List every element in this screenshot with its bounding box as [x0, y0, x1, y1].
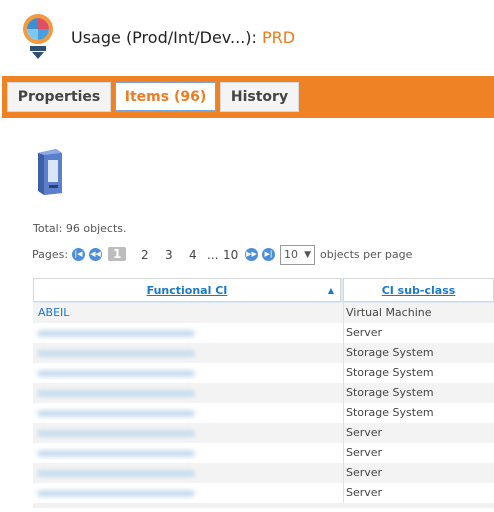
- tab-bar: Properties Items (96) History: [2, 76, 494, 118]
- table-header: Functional CI ▲ CI sub-class: [33, 278, 494, 303]
- table-row: Server: [33, 443, 494, 463]
- title-value: PRD: [262, 28, 296, 47]
- last-page-icon[interactable]: ▶|: [262, 248, 275, 261]
- cell-ci-subclass: Storage System: [343, 403, 494, 423]
- server-icon: [38, 149, 62, 195]
- page-3[interactable]: 3: [165, 248, 173, 262]
- ci-link[interactable]: ABEIL: [38, 306, 69, 319]
- prev-page-icon[interactable]: ◀◀: [89, 248, 102, 261]
- sort-asc-icon: ▲: [327, 286, 334, 295]
- table-row: Storage System: [33, 363, 494, 383]
- column-header-functional-ci[interactable]: Functional CI ▲: [33, 278, 341, 302]
- table-row: Storage System: [33, 343, 494, 363]
- cell-functional-ci: ABEIL: [33, 303, 340, 323]
- cell-functional-ci[interactable]: [33, 323, 340, 343]
- column-label-functional-ci: Functional CI: [146, 284, 228, 297]
- tab-history[interactable]: History: [220, 82, 299, 112]
- dropdown-arrow-icon: ▼: [304, 250, 311, 260]
- redacted-ci-name: [37, 490, 195, 497]
- cell-ci-subclass: Server: [343, 443, 494, 463]
- redacted-ci-name: [37, 390, 195, 397]
- items-table: Functional CI ▲ CI sub-class ABEIL Virtu…: [33, 278, 494, 508]
- cell-functional-ci[interactable]: [33, 343, 340, 363]
- cell-ci-subclass: Storage System: [343, 343, 494, 363]
- redacted-ci-name: [37, 370, 195, 377]
- cell-ci-subclass: Server: [343, 423, 494, 443]
- page-title: Usage (Prod/Int/Dev...): PRD: [71, 28, 295, 47]
- table-row: Server: [33, 323, 494, 343]
- redacted-ci-name: [37, 410, 195, 417]
- tab-properties[interactable]: Properties: [7, 82, 111, 112]
- cell-ci-subclass: Storage System: [343, 363, 494, 383]
- pages-label: Pages:: [32, 248, 69, 261]
- cell-ci-subclass: Server: [343, 463, 494, 483]
- cell-functional-ci[interactable]: [33, 463, 340, 483]
- cell-ci-subclass: Virtual Machine: [343, 303, 494, 323]
- cell-functional-ci[interactable]: [33, 443, 340, 463]
- per-page-label: objects per page: [320, 248, 413, 261]
- redacted-ci-name: [37, 330, 195, 337]
- title-label: Usage (Prod/Int/Dev...):: [71, 28, 257, 47]
- table-row: Storage System: [33, 403, 494, 423]
- cell-ci-subclass: Server: [343, 483, 494, 503]
- page-2[interactable]: 2: [141, 248, 149, 262]
- redacted-ci-name: [37, 450, 195, 457]
- redacted-ci-name: [37, 350, 195, 357]
- page-ellipsis: ...: [207, 248, 219, 262]
- cell-functional-ci[interactable]: [33, 383, 340, 403]
- app-gauge-icon: [23, 14, 53, 59]
- page-1[interactable]: 1: [108, 247, 127, 261]
- cell-functional-ci[interactable]: [33, 423, 340, 443]
- next-page-icon[interactable]: ▶▶: [245, 248, 258, 261]
- per-page-select[interactable]: 10 ▼: [280, 245, 315, 265]
- table-row: Server: [33, 483, 494, 503]
- total-count: Total: 96 objects.: [33, 222, 127, 235]
- cell-functional-ci[interactable]: [33, 403, 340, 423]
- tab-items[interactable]: Items (96): [115, 82, 216, 112]
- page-header: Usage (Prod/Int/Dev...): PRD: [0, 0, 494, 72]
- first-page-icon[interactable]: |◀: [72, 248, 85, 261]
- table-row: Storage System: [33, 383, 494, 403]
- column-header-ci-subclass[interactable]: CI sub-class: [343, 278, 494, 302]
- redacted-ci-name: [37, 470, 195, 477]
- redacted-ci-name: [37, 430, 195, 437]
- per-page-value: 10: [284, 248, 298, 261]
- cell-ci-subclass: Server: [343, 323, 494, 343]
- page-4[interactable]: 4: [189, 248, 197, 262]
- cell-functional-ci[interactable]: [33, 363, 340, 383]
- cell-functional-ci[interactable]: [33, 483, 340, 503]
- cell-ci-subclass: Storage System: [343, 383, 494, 403]
- page-10[interactable]: 10: [223, 248, 238, 262]
- table-row: Server: [33, 423, 494, 443]
- table-row: Server: [33, 463, 494, 483]
- table-row: ABEIL Virtual Machine: [33, 303, 494, 323]
